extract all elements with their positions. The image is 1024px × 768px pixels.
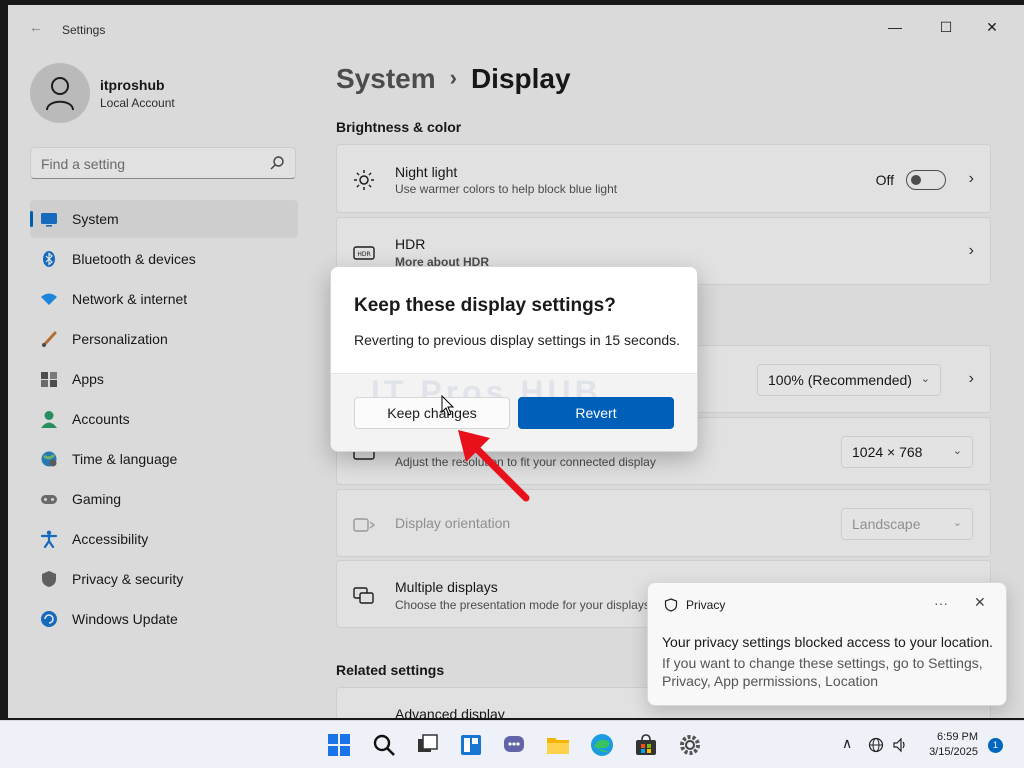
- privacy-notification[interactable]: Privacy ··· ✕ Your privacy settings bloc…: [647, 582, 1007, 706]
- more-options-icon[interactable]: ···: [934, 595, 948, 611]
- red-arrow-annotation: [458, 430, 530, 502]
- chat-icon[interactable]: [502, 733, 526, 757]
- keep-changes-button[interactable]: Keep changes: [354, 397, 510, 429]
- edge-browser-icon[interactable]: [590, 733, 614, 757]
- keep-settings-dialog: Keep these display settings? Reverting t…: [330, 266, 698, 452]
- start-icon[interactable]: [327, 733, 351, 757]
- dialog-message: Reverting to previous display settings i…: [354, 332, 681, 348]
- revert-button[interactable]: Revert: [518, 397, 674, 429]
- volume-icon[interactable]: [892, 737, 908, 753]
- settings-gear-icon[interactable]: [678, 733, 702, 757]
- mouse-cursor-icon: [441, 395, 455, 416]
- dialog-title: Keep these display settings?: [354, 295, 616, 316]
- globe-network-icon[interactable]: [868, 737, 884, 753]
- file-explorer-icon[interactable]: [546, 733, 570, 757]
- notification-body: If you want to change these settings, go…: [662, 655, 983, 689]
- store-icon[interactable]: [634, 733, 658, 757]
- shield-icon: [664, 598, 678, 612]
- task-view-icon[interactable]: [415, 733, 439, 757]
- clock-date: 3/15/2025: [929, 746, 978, 758]
- notification-title: Your privacy settings blocked access to …: [662, 634, 993, 650]
- clock[interactable]: 6:59 PM 3/15/2025: [912, 730, 978, 760]
- widgets-icon[interactable]: [459, 733, 483, 757]
- notification-badge[interactable]: 1: [988, 738, 1003, 753]
- taskbar: ∧ 6:59 PM 3/15/2025 1: [0, 720, 1024, 768]
- search-icon[interactable]: [372, 733, 396, 757]
- notification-app-name: Privacy: [686, 598, 726, 612]
- chevron-up-icon[interactable]: ∧: [842, 735, 852, 752]
- close-icon[interactable]: ✕: [974, 594, 986, 611]
- clock-time: 6:59 PM: [937, 731, 978, 743]
